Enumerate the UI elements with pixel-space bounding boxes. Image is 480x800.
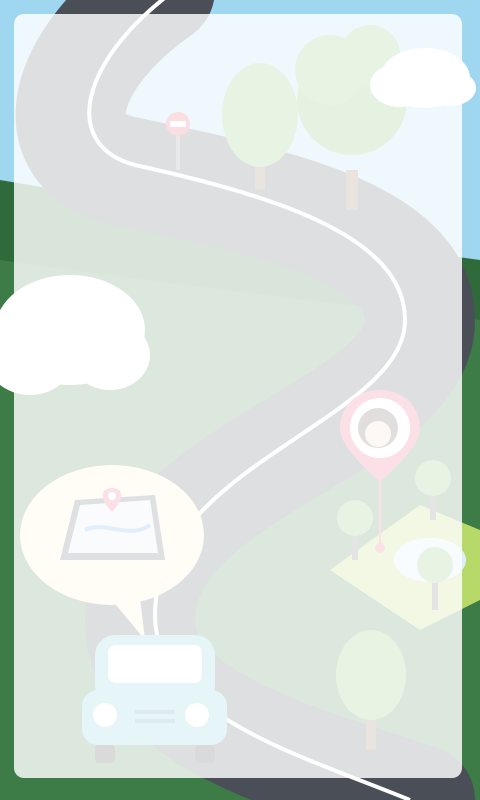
panel-overlay bbox=[14, 14, 462, 778]
